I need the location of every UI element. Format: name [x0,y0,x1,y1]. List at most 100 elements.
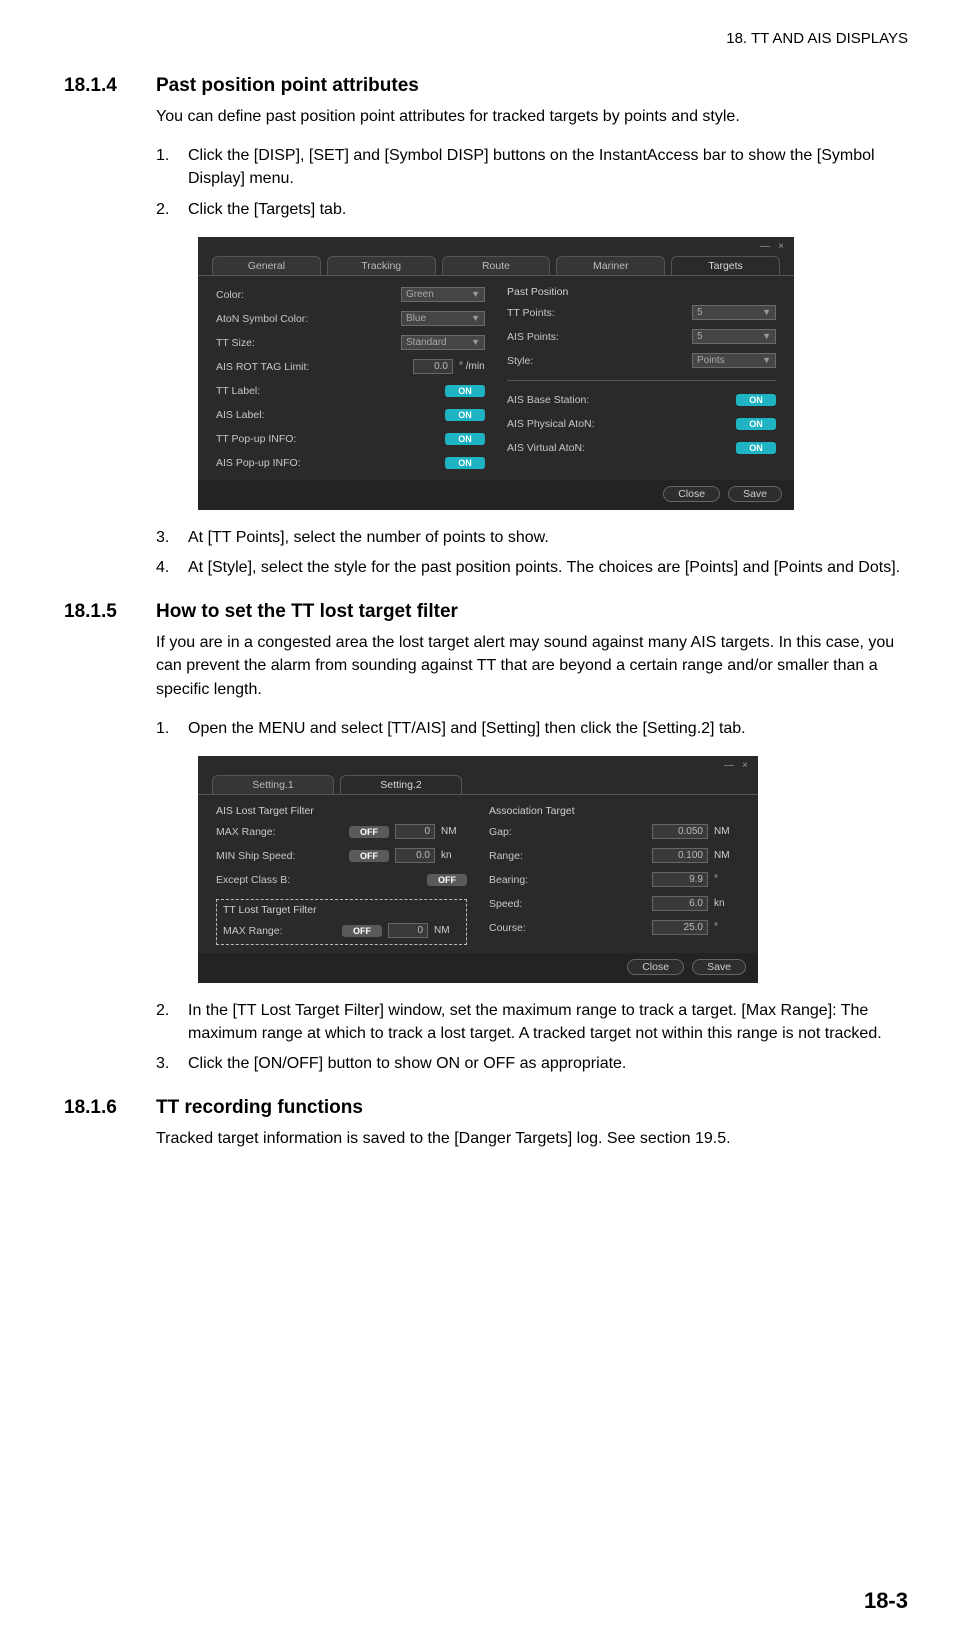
label-bearing: Bearing: [489,874,646,886]
label-speed: Speed: [489,898,646,910]
chevron-down-icon: ▼ [471,313,480,323]
past-position-heading: Past Position [507,286,776,298]
label-tt-max-range: MAX Range: [223,925,336,937]
save-button[interactable]: Save [692,959,746,975]
label-ais-base: AIS Base Station: [507,394,730,406]
unit-label: NM [714,826,740,837]
section-number: 18.1.6 [64,1097,134,1119]
style-dropdown[interactable]: Points▼ [692,353,776,368]
minimize-icon[interactable]: — [758,241,772,252]
step-text: Click the [ON/OFF] button to show ON or … [188,1052,626,1075]
label-ais-points: AIS Points: [507,331,686,343]
section-intro: You can define past position point attri… [156,105,908,128]
tt-max-range-input[interactable]: 0 [388,923,428,938]
max-range-toggle[interactable]: OFF [349,826,389,838]
step-text: Click the [Targets] tab. [188,198,346,221]
step-item: 2.Click the [Targets] tab. [156,198,908,221]
close-button[interactable]: Close [627,959,684,975]
course-input[interactable]: 25.0 [652,920,708,935]
symbol-display-dialog: — × General Tracking Route Mariner Targe… [198,237,794,510]
label-tt-label: TT Label: [216,385,439,397]
tab-mariner[interactable]: Mariner [556,256,665,275]
ais-virtual-toggle[interactable]: ON [736,442,776,454]
tab-general[interactable]: General [212,256,321,275]
unit-label: NM [714,850,740,861]
gap-input[interactable]: 0.050 [652,824,708,839]
ais-rot-input[interactable]: 0.0 [413,359,453,374]
label-ais-virtual: AIS Virtual AtoN: [507,442,730,454]
step-item: 1.Click the [DISP], [SET] and [Symbol DI… [156,144,908,190]
chevron-down-icon: ▼ [471,337,480,347]
minimize-icon[interactable]: — [722,760,736,771]
tab-tracking[interactable]: Tracking [327,256,436,275]
unit-label: kn [714,898,740,909]
step-text: At [TT Points], select the number of poi… [188,526,549,549]
step-text: In the [TT Lost Target Filter] window, s… [188,999,908,1045]
bearing-input[interactable]: 9.9 [652,872,708,887]
color-dropdown[interactable]: Green▼ [401,287,485,302]
tt-max-range-toggle[interactable]: OFF [342,925,382,937]
divider [507,380,776,381]
ais-label-toggle[interactable]: ON [445,409,485,421]
tt-label-toggle[interactable]: ON [445,385,485,397]
page-number: 18-3 [864,1588,908,1614]
tab-targets[interactable]: Targets [671,256,780,275]
label-tt-popup: TT Pop-up INFO: [216,433,439,445]
min-speed-input[interactable]: 0.0 [395,848,435,863]
chevron-down-icon: ▼ [762,355,771,365]
close-icon[interactable]: × [738,760,752,771]
label-aton-color: AtoN Symbol Color: [216,313,395,325]
chapter-header: 18. TT AND AIS DISPLAYS [64,30,908,47]
except-classb-toggle[interactable]: OFF [427,874,467,886]
tt-lost-filter-group: TT Lost Target Filter MAX Range: OFF 0 NM [216,899,467,945]
unit-label: NM [434,925,460,936]
section-intro: If you are in a congested area the lost … [156,631,908,701]
range-input[interactable]: 0.100 [652,848,708,863]
tt-popup-toggle[interactable]: ON [445,433,485,445]
aton-color-dropdown[interactable]: Blue▼ [401,311,485,326]
label-ais-popup: AIS Pop-up INFO: [216,457,439,469]
section-title: Past position point attributes [156,75,419,97]
tab-route[interactable]: Route [442,256,551,275]
label-tt-size: TT Size: [216,337,395,349]
label-course: Course: [489,922,646,934]
tt-points-dropdown[interactable]: 5▼ [692,305,776,320]
step-text: At [Style], select the style for the pas… [188,556,900,579]
unit-label: kn [441,850,467,861]
ais-popup-toggle[interactable]: ON [445,457,485,469]
unit-label: NM [441,826,467,837]
tt-size-dropdown[interactable]: Standard▼ [401,335,485,350]
ais-lost-filter-heading: AIS Lost Target Filter [216,805,467,817]
tt-lost-filter-heading: TT Lost Target Filter [223,904,460,916]
section-title: How to set the TT lost target filter [156,601,458,623]
ais-points-dropdown[interactable]: 5▼ [692,329,776,344]
tab-setting-2[interactable]: Setting.2 [340,775,462,794]
label-range: Range: [489,850,646,862]
ais-physical-toggle[interactable]: ON [736,418,776,430]
close-button[interactable]: Close [663,486,720,502]
step-text: Click the [DISP], [SET] and [Symbol DISP… [188,144,908,190]
step-item: 4.At [Style], select the style for the p… [156,556,908,579]
label-ais-label: AIS Label: [216,409,439,421]
step-item: 2.In the [TT Lost Target Filter] window,… [156,999,908,1045]
unit-label: ° [714,874,740,885]
save-button[interactable]: Save [728,486,782,502]
min-speed-toggle[interactable]: OFF [349,850,389,862]
step-item: 3.Click the [ON/OFF] button to show ON o… [156,1052,908,1075]
label-ais-rot: AIS ROT TAG Limit: [216,361,407,373]
chevron-down-icon: ▼ [762,331,771,341]
label-color: Color: [216,289,395,301]
chevron-down-icon: ▼ [471,289,480,299]
label-except-class-b: Except Class B: [216,874,421,886]
speed-input[interactable]: 6.0 [652,896,708,911]
section-body: Tracked target information is saved to t… [156,1127,908,1150]
tab-setting-1[interactable]: Setting.1 [212,775,334,794]
label-gap: Gap: [489,826,646,838]
label-max-range: MAX Range: [216,826,343,838]
unit-label: ° [714,922,740,933]
step-item: 1.Open the MENU and select [TT/AIS] and … [156,717,908,740]
unit-label: ° /min [459,361,485,372]
max-range-input[interactable]: 0 [395,824,435,839]
ais-base-toggle[interactable]: ON [736,394,776,406]
close-icon[interactable]: × [774,241,788,252]
